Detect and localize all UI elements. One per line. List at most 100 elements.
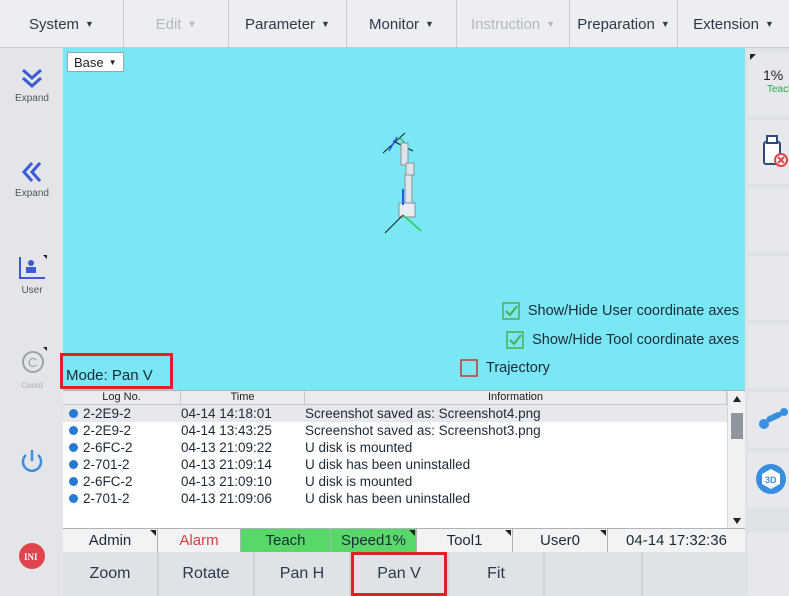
corner-marker-icon (600, 530, 606, 536)
log-panel: Log No. Time Information 2-2E9-2 04-14 1… (63, 390, 745, 529)
info-dot-icon (69, 426, 78, 435)
log-list: 2-2E9-2 04-14 14:18:01 Screenshot saved … (63, 405, 745, 507)
init-button[interactable]: INI (6, 524, 58, 588)
chevron-down-icon: ▼ (85, 19, 94, 29)
user-coordinate-icon (19, 254, 47, 279)
robot-3d-viewport[interactable]: Base ▼ Show/Hide User coordinate axes Sho… (60, 48, 745, 390)
scroll-up-icon (733, 396, 741, 402)
status-speed[interactable]: Speed1% (331, 529, 417, 552)
status-tool[interactable]: Tool1 (417, 529, 513, 552)
scrollbar-thumb[interactable] (731, 413, 743, 439)
scroll-down-icon (733, 518, 741, 524)
menu-monitor[interactable]: Monitor ▼ (347, 0, 457, 48)
svg-text:INI: INI (24, 552, 38, 562)
pan-h-button[interactable]: Pan H (255, 552, 349, 596)
svg-text:C: C (28, 355, 37, 370)
rotate-button[interactable]: Rotate (159, 552, 253, 596)
tool-axes-label: Show/Hide Tool coordinate axes (532, 332, 739, 348)
checkbox-checked-icon (506, 331, 524, 349)
menu-preparation[interactable]: Preparation ▼ (570, 0, 678, 48)
double-chevron-down-icon (22, 68, 42, 88)
view-3d-button[interactable]: 3D (748, 452, 789, 508)
speed-teach-button[interactable]: 1% Teach (748, 52, 789, 116)
checkbox-checked-icon (502, 302, 520, 320)
corner-marker-icon (750, 54, 756, 60)
pan-v-button[interactable]: Pan V (351, 552, 447, 596)
usb-disconnect-icon (763, 135, 788, 167)
info-dot-icon (69, 494, 78, 503)
chevron-down-icon: ▼ (546, 19, 556, 29)
status-coordinate[interactable]: User0 (513, 529, 608, 552)
corner-marker-icon (409, 530, 415, 536)
expand-label: Expand (15, 92, 49, 104)
log-row[interactable]: 2-6FC-2 04-13 21:09:10 U disk is mounted (63, 473, 745, 490)
trajectory-label: Trajectory (486, 360, 550, 376)
empty-button[interactable] (748, 532, 789, 596)
info-dot-icon (69, 443, 78, 452)
zoom-button[interactable]: Zoom (63, 552, 157, 596)
status-alarm[interactable]: Alarm (158, 529, 241, 552)
power-button[interactable] (6, 430, 58, 492)
status-user[interactable]: Admin (63, 529, 158, 552)
log-row[interactable]: 2-6FC-2 04-13 21:09:22 U disk is mounted (63, 439, 745, 456)
init-icon: INI (19, 543, 45, 569)
menu-instruction[interactable]: Instruction ▼ (457, 0, 570, 48)
user-axes-label: Show/Hide User coordinate axes (527, 303, 739, 319)
log-row[interactable]: 2-701-2 04-13 21:09:14 U disk has been u… (63, 456, 745, 473)
empty-button[interactable] (748, 256, 789, 320)
user-label: User (21, 284, 43, 296)
log-row[interactable]: 2-2E9-2 04-14 13:43:25 Screenshot saved … (63, 422, 745, 439)
teach-label: Teach (767, 84, 789, 95)
chevron-down-icon: ▼ (108, 57, 117, 67)
menu-extension[interactable]: Extension ▼ (678, 0, 789, 48)
robot-arm-button[interactable] (748, 392, 789, 448)
status-datetime: 04-14 17:32:36 (626, 532, 727, 549)
expand-left-button[interactable]: Expand (6, 148, 58, 210)
cube-3d-icon: 3D (756, 464, 786, 494)
checkbox-unchecked-icon (460, 359, 478, 377)
double-chevron-left-icon (21, 161, 42, 182)
log-row[interactable]: 2-701-2 04-13 21:09:06 U disk has been u… (63, 490, 745, 507)
log-scrollbar[interactable] (727, 391, 745, 529)
left-toolbar: Expand Expand User C Coord INI (0, 48, 63, 596)
mode-indicator: Mode: Pan V (60, 353, 173, 389)
coord-label: Coord (21, 380, 43, 390)
column-header-time: Time (181, 391, 305, 404)
menu-parameter[interactable]: Parameter ▼ (229, 0, 347, 48)
user-coordinate-button[interactable]: User (6, 244, 58, 306)
menu-edit[interactable]: Edit ▼ (124, 0, 229, 48)
toggle-tool-axes[interactable]: Show/Hide Tool coordinate axes (506, 331, 739, 349)
column-header-information: Information (305, 391, 727, 404)
usb-eject-button[interactable] (748, 120, 789, 184)
empty-button[interactable] (748, 188, 789, 252)
status-mode[interactable]: Teach (241, 529, 331, 552)
corner-marker-icon (150, 530, 156, 536)
empty-button[interactable] (643, 552, 745, 596)
column-header-log-no: Log No. (63, 391, 181, 404)
empty-button[interactable] (545, 552, 641, 596)
toggle-user-axes[interactable]: Show/Hide User coordinate axes (502, 302, 739, 320)
power-icon (21, 450, 43, 472)
log-row[interactable]: 2-2E9-2 04-14 14:18:01 Screenshot saved … (63, 405, 745, 422)
svg-text:3D: 3D (765, 475, 777, 485)
coord-button[interactable]: C Coord (6, 338, 58, 398)
robot-model (382, 132, 422, 234)
info-dot-icon (69, 477, 78, 486)
info-dot-icon (69, 460, 78, 469)
status-bar: Admin Alarm Teach Speed1% Tool1 User0 04… (63, 528, 745, 552)
empty-button[interactable] (748, 324, 789, 388)
menu-system[interactable]: System ▼ (0, 0, 124, 48)
chevron-down-icon: ▼ (321, 19, 330, 29)
fit-button[interactable]: Fit (449, 552, 543, 596)
right-toolbar: 1% Teach 3D (745, 48, 789, 596)
menu-bar: System ▼ Edit ▼ Parameter ▼ Monitor ▼ Instru… (0, 0, 789, 48)
view-control-bar: Zoom Rotate Pan H Pan V Fit (63, 552, 745, 596)
robot-arm-icon (759, 408, 788, 429)
speed-value: 1% (763, 67, 784, 83)
base-select[interactable]: Base ▼ (67, 52, 124, 72)
log-header: Log No. Time Information (63, 391, 745, 405)
chevron-down-icon: ▼ (187, 19, 197, 29)
toggle-trajectory[interactable]: Trajectory (460, 359, 550, 377)
expand-down-button[interactable]: Expand (6, 54, 58, 116)
coordinate-reset-icon: C (22, 346, 47, 373)
